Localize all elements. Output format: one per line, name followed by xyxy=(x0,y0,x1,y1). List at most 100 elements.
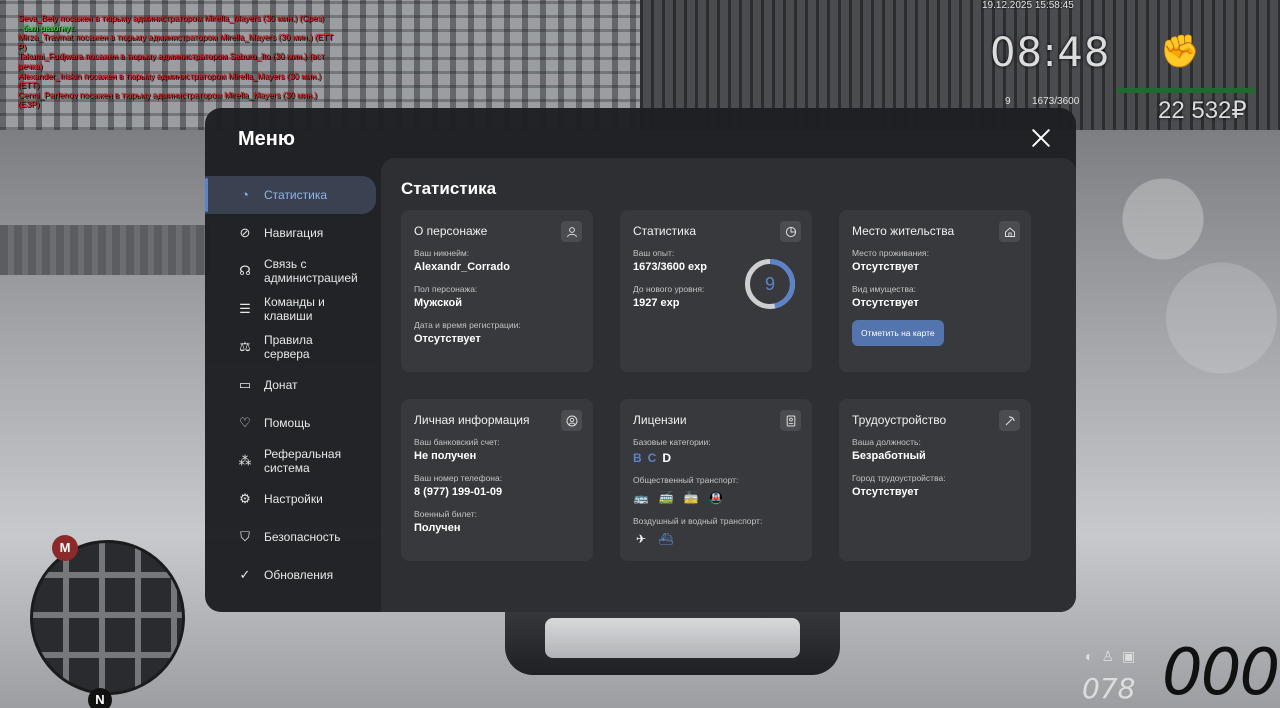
pickaxe-icon xyxy=(999,410,1020,431)
field-label: Ваш никнейм: xyxy=(414,248,470,258)
sidebar-item-label: Настройки xyxy=(264,492,323,506)
card-title: Лицензии xyxy=(633,413,687,427)
hud-clock: 08:48 xyxy=(990,30,1111,76)
seatbelt-icon: ♙ xyxy=(1101,648,1123,664)
card-personal: Личная информация Ваш банковский счет: Н… xyxy=(401,399,593,561)
metro-icon: М xyxy=(52,535,78,561)
card-title: О персонаже xyxy=(414,224,488,238)
contact-admin-icon: ☊ xyxy=(239,263,251,278)
hud-money: 22 532₽ xyxy=(1158,97,1247,124)
speedometer: 000 xyxy=(1162,636,1280,708)
air-water-licenses: ✈ ⛴ xyxy=(633,531,799,547)
pie-chart-icon xyxy=(780,221,801,242)
snowy-tree xyxy=(1085,120,1280,450)
card-title: Место жительства xyxy=(852,224,955,238)
sidebar-item-label: Обновления xyxy=(264,568,334,582)
level-number: 9 xyxy=(764,274,775,294)
settings-icon: ⚙ xyxy=(239,491,251,506)
metro-icon: 🚇 xyxy=(708,491,724,505)
server-rules-icon: ⚖ xyxy=(239,339,251,354)
field-label: Место проживания: xyxy=(852,248,929,258)
sidebar-item-label: Навигация xyxy=(264,226,324,240)
sidebar-item-server-rules[interactable]: ⚖ Правила сервера xyxy=(205,328,381,366)
trolleybus-icon: 🚎 xyxy=(658,491,674,505)
card-stats: Статистика Ваш опыт: 1673/3600 exp До но… xyxy=(620,210,812,372)
sidebar: ◔ Статистика ⊘ Навигация ☊ Связь с администра… xyxy=(205,176,381,594)
security-icon: ⛉ xyxy=(240,529,250,544)
sidebar-item-label: Связь с администрацией xyxy=(264,257,358,285)
statistics-icon: ◔ xyxy=(241,187,249,202)
field-label: Ваш опыт: xyxy=(633,248,675,258)
chat-line: Takumi_Fudjwara посажен в тюрьму админис… xyxy=(18,51,325,62)
sidebar-item-navigation[interactable]: ⊘ Навигация xyxy=(205,214,381,252)
phone-value: 8 (977) 199-01-09 xyxy=(414,486,503,498)
health-bar xyxy=(1117,88,1255,93)
gender-value: Мужской xyxy=(414,297,463,309)
card-character: О персонаже Ваш никнейм: Alexandr_Corrad… xyxy=(401,210,593,372)
military-id-value: Получен xyxy=(414,522,461,534)
field-label: Общественный транспорт: xyxy=(633,475,739,485)
help-icon: ♡ xyxy=(239,415,251,430)
sidebar-item-label: Статистика xyxy=(264,188,328,202)
field-label: Военный билет: xyxy=(414,509,478,519)
sidebar-item-commands-keys[interactable]: ☰ Команды и клавиши xyxy=(205,290,381,328)
content-panel: Статистика О персонаже Ваш никнейм: Alex… xyxy=(381,158,1076,612)
hud-level: 9 xyxy=(1005,96,1011,107)
sidebar-item-label: Помощь xyxy=(264,416,311,430)
boat-icon: ⛴ xyxy=(658,532,674,546)
bus-icon: 🚌 xyxy=(633,491,649,505)
sidebar-item-security[interactable]: ⛉ Безопасность xyxy=(205,518,381,556)
card-title: Трудоустройство xyxy=(852,413,947,427)
card-title: Статистика xyxy=(633,224,697,238)
vehicle-status-icons: ◐♙▣ xyxy=(1085,648,1143,665)
registration-value: Отсутствует xyxy=(414,333,481,345)
chat-line: Cenni_Parfenov посажен в тюрьму админист… xyxy=(18,89,318,100)
sidebar-item-donate[interactable]: ▭ Донат xyxy=(205,366,381,404)
sidebar-item-label: Безопасность xyxy=(264,530,341,544)
license-categories: BCD xyxy=(633,451,799,465)
fuel-readout: 078 xyxy=(1082,672,1136,705)
sidebar-item-statistics[interactable]: ◔ Статистика xyxy=(205,176,376,214)
field-label: Вид имущества: xyxy=(852,284,916,294)
sidebar-item-settings[interactable]: ⚙ Настройки xyxy=(205,480,381,518)
hud-date: 19.12.2025 15:58:45 xyxy=(982,0,1074,11)
field-label: Воздушный и водный транспорт: xyxy=(633,516,763,526)
sidebar-item-label: Реферальная система xyxy=(264,447,342,475)
field-label: Базовые категории: xyxy=(633,437,711,447)
chat-line: Mirza_Travmat посажен в тюрьму администр… xyxy=(18,32,334,43)
user-circle-icon xyxy=(561,410,582,431)
public-transport-licenses: 🚌 🚎 🚋 🚇 xyxy=(633,490,799,506)
updates-icon: ✓ xyxy=(239,567,251,582)
field-label: Ваш банковский счет: xyxy=(414,437,500,447)
referral-system-icon: ⁂ xyxy=(238,453,252,468)
menu-title: Меню xyxy=(238,128,295,150)
home-icon xyxy=(999,221,1020,242)
license-category-c: C xyxy=(647,451,659,465)
property-type-value: Отсутствует xyxy=(852,297,919,309)
field-label: Пол персонажа: xyxy=(414,284,478,294)
sidebar-item-referral-system[interactable]: ⁂ Реферальная система xyxy=(205,442,381,480)
sidebar-item-updates[interactable]: ✓ Обновления xyxy=(205,556,381,594)
mark-on-map-button[interactable]: Отметить на карте xyxy=(852,320,944,346)
menu-window: Меню ◔ Статистика ⊘ Навигация ☊ Связь с админ… xyxy=(205,108,1076,612)
field-label: Город трудоустройства: xyxy=(852,473,946,483)
donate-icon: ▭ xyxy=(238,377,252,392)
sidebar-item-help[interactable]: ♡ Помощь xyxy=(205,404,381,442)
card-residence: Место жительства Место проживания: Отсут… xyxy=(839,210,1031,372)
residence-value: Отсутствует xyxy=(852,261,919,273)
bank-account-value: Не получен xyxy=(414,450,477,462)
hud-exp: 1673/3600 xyxy=(1032,96,1080,107)
chat-log: Seva_Bely посажен в тюрьму администратор… xyxy=(18,13,338,110)
content-title: Статистика xyxy=(401,179,497,198)
field-label: Дата и время регистрации: xyxy=(414,320,521,330)
sidebar-item-label: Донат xyxy=(264,378,298,392)
card-title: Личная информация xyxy=(414,413,530,427)
chat-line: Alexander_Iriskin посажен в тюрьму админ… xyxy=(18,70,322,81)
commands-keys-icon: ☰ xyxy=(239,301,251,316)
engine-icon: ▣ xyxy=(1122,648,1144,664)
card-employment: Трудоустройство Ваша должность: Безработ… xyxy=(839,399,1031,561)
close-icon[interactable] xyxy=(1029,126,1053,150)
license-category-d: D xyxy=(662,451,674,465)
user-icon xyxy=(561,221,582,242)
sidebar-item-contact-admin[interactable]: ☊ Связь с администрацией xyxy=(205,252,381,290)
